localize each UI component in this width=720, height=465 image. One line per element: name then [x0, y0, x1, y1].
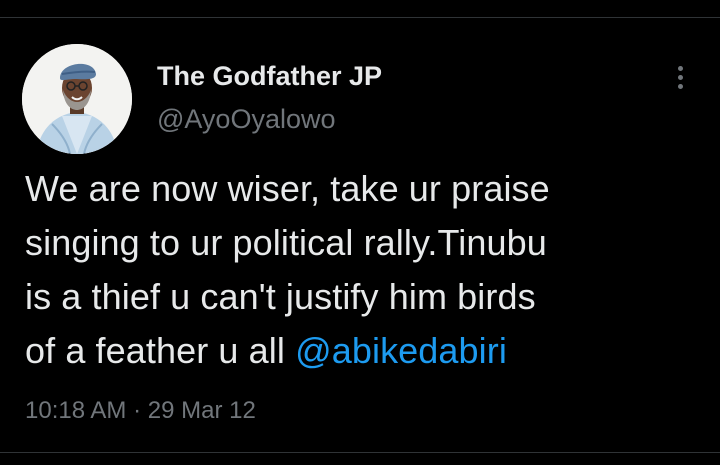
- tweet-timestamp[interactable]: 10:18 AM · 29 Mar 12: [25, 395, 256, 427]
- bottom-divider: [0, 452, 720, 453]
- more-vertical-icon: [677, 65, 683, 71]
- meta-separator: ·: [133, 397, 142, 424]
- tweet-card: The Godfather JP @AyoOyalowo We are now …: [0, 0, 720, 465]
- more-vertical-icon-dot: [677, 74, 683, 80]
- tweet-date: 29 Mar 12: [147, 397, 256, 424]
- tweet-text: We are now wiser, take ur praise singing…: [25, 162, 705, 378]
- mention-link[interactable]: @abikedabiri: [295, 330, 507, 371]
- tweet-time: 10:18 AM: [25, 397, 127, 424]
- avatar[interactable]: [22, 44, 132, 154]
- tweet-text-line: is a thief u can't justify him birds: [25, 276, 536, 317]
- author-handle[interactable]: @AyoOyalowo: [157, 103, 336, 135]
- tweet-text-line: of a feather u all: [25, 330, 296, 371]
- more-vertical-icon-dot: [677, 83, 683, 89]
- tweet-text-line: singing to ur political rally.Tinubu: [25, 222, 547, 263]
- author-display-name[interactable]: The Godfather JP: [157, 60, 382, 92]
- avatar-image: [22, 44, 132, 154]
- tweet-text-line: We are now wiser, take ur praise: [25, 168, 550, 209]
- tweet-text-line-last: of a feather u all @abikedabiri: [25, 324, 705, 378]
- more-options-button[interactable]: [670, 62, 690, 92]
